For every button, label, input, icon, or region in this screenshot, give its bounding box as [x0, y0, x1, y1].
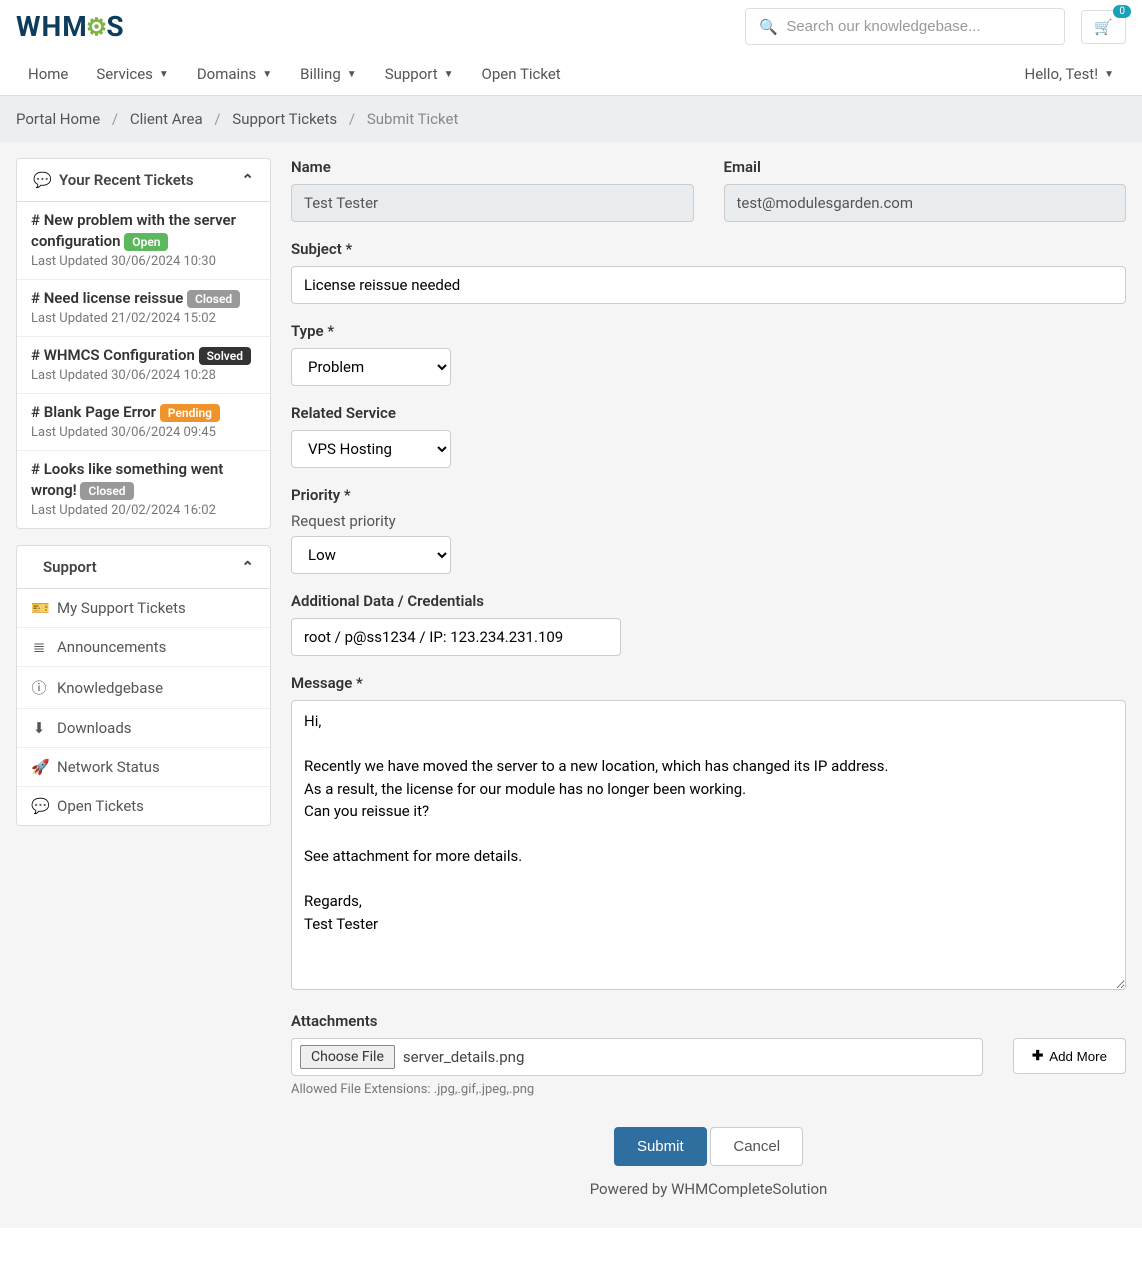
status-badge: Open [124, 233, 168, 252]
support-header[interactable]: Support ⌃ [17, 546, 270, 589]
breadcrumb-tickets[interactable]: Support Tickets [232, 110, 337, 128]
name-field [291, 184, 694, 222]
ticket-item[interactable]: # Need license reissue ClosedLast Update… [17, 280, 270, 337]
type-select[interactable]: Problem [291, 348, 451, 386]
support-item-icon: ⓘ [31, 677, 47, 698]
support-item[interactable]: ⓘ Knowledgebase [17, 667, 270, 709]
support-item[interactable]: ⬇ Downloads [17, 709, 270, 748]
support-item-icon: 💬 [31, 797, 47, 815]
logo[interactable]: WHM⚙S [16, 10, 125, 43]
ticket-updated: Last Updated 30/06/2024 10:30 [31, 254, 256, 269]
status-badge: Closed [187, 290, 240, 309]
ticket-item[interactable]: # WHMCS Configuration SolvedLast Updated… [17, 337, 270, 394]
ext-note: Allowed File Extensions: .jpg,.gif,.jpeg… [291, 1082, 983, 1097]
related-label: Related Service [291, 404, 1126, 422]
choose-file-button[interactable]: Choose File [300, 1045, 395, 1069]
nav-billing[interactable]: Billing▼ [288, 53, 369, 95]
attachments-label: Attachments [291, 1012, 1126, 1030]
message-label: Message * [291, 674, 1126, 692]
support-item-label: Downloads [57, 719, 132, 737]
related-select[interactable]: VPS Hosting [291, 430, 451, 468]
recent-tickets-header[interactable]: 💬Your Recent Tickets ⌃ [17, 159, 270, 202]
cart-icon: 🛒 [1094, 18, 1113, 36]
additional-label: Additional Data / Credentials [291, 592, 1126, 610]
search-input[interactable] [745, 8, 1065, 45]
ticket-item[interactable]: # Looks like something went wrong! Close… [17, 451, 270, 528]
subject-label: Subject * [291, 240, 1126, 258]
support-item-icon: ⬇ [31, 719, 47, 737]
chevron-up-icon: ⌃ [241, 558, 254, 576]
subject-field[interactable] [291, 266, 1126, 304]
breadcrumb: Portal Home / Client Area / Support Tick… [0, 96, 1142, 142]
status-badge: Solved [199, 347, 251, 366]
name-label: Name [291, 158, 694, 176]
gear-icon: ⚙ [86, 13, 109, 41]
support-item-icon: ≣ [31, 638, 47, 656]
cart-button[interactable]: 🛒 0 [1081, 10, 1126, 44]
nav-services[interactable]: Services▼ [84, 53, 180, 95]
support-item[interactable]: 💬 Open Tickets [17, 787, 270, 825]
breadcrumb-current: Submit Ticket [367, 110, 459, 128]
chevron-down-icon: ▼ [262, 69, 272, 80]
cancel-button[interactable]: Cancel [710, 1127, 803, 1166]
file-name: server_details.png [403, 1048, 525, 1066]
cart-badge: 0 [1113, 5, 1131, 18]
support-item-icon: 🎫 [31, 599, 47, 617]
email-label: Email [724, 158, 1127, 176]
plus-icon: ✚ [1032, 1048, 1043, 1064]
breadcrumb-client[interactable]: Client Area [130, 110, 203, 128]
footer-text: Powered by WHMCompleteSolution [291, 1166, 1126, 1212]
status-badge: Closed [80, 482, 133, 501]
comments-icon: 💬 [33, 171, 49, 189]
support-item-icon: 🚀 [31, 758, 47, 776]
search-icon: 🔍 [759, 18, 775, 36]
chevron-down-icon: ▼ [444, 69, 454, 80]
add-more-button[interactable]: ✚ Add More [1013, 1038, 1126, 1074]
ticket-updated: Last Updated 30/06/2024 10:28 [31, 368, 256, 383]
submit-button[interactable]: Submit [614, 1127, 707, 1166]
support-item[interactable]: 🚀 Network Status [17, 748, 270, 787]
user-menu[interactable]: Hello, Test!▼ [1013, 53, 1127, 95]
nav-home[interactable]: Home [16, 53, 80, 95]
support-item-label: Open Tickets [57, 797, 144, 815]
nav-open-ticket[interactable]: Open Ticket [470, 53, 573, 95]
message-field[interactable] [291, 700, 1126, 990]
support-item[interactable]: 🎫 My Support Tickets [17, 589, 270, 628]
support-item-label: Network Status [57, 758, 160, 776]
chevron-down-icon: ▼ [347, 69, 357, 80]
ticket-item[interactable]: # New problem with the server configurat… [17, 202, 270, 280]
chevron-down-icon: ▼ [159, 69, 169, 80]
priority-label: Priority * [291, 486, 1126, 504]
priority-sublabel: Request priority [291, 512, 1126, 530]
nav-domains[interactable]: Domains▼ [185, 53, 284, 95]
nav-support[interactable]: Support▼ [373, 53, 466, 95]
chevron-down-icon: ▼ [1104, 69, 1114, 80]
ticket-updated: Last Updated 30/06/2024 09:45 [31, 425, 256, 440]
support-item-label: My Support Tickets [57, 599, 186, 617]
support-panel: Support ⌃ 🎫 My Support Tickets ≣ Announceme… [16, 545, 271, 826]
email-field [724, 184, 1127, 222]
breadcrumb-portal[interactable]: Portal Home [16, 110, 100, 128]
file-input[interactable]: Choose File server_details.png [291, 1038, 983, 1076]
support-item[interactable]: ≣ Announcements [17, 628, 270, 667]
priority-select[interactable]: Low [291, 536, 451, 574]
recent-tickets-panel: 💬Your Recent Tickets ⌃ # New problem wit… [16, 158, 271, 529]
status-badge: Pending [160, 404, 220, 423]
support-item-label: Announcements [57, 638, 166, 656]
search-container: 🔍 [745, 8, 1065, 45]
additional-field[interactable] [291, 618, 621, 656]
support-item-label: Knowledgebase [57, 679, 163, 697]
type-label: Type * [291, 322, 1126, 340]
ticket-updated: Last Updated 20/02/2024 16:02 [31, 503, 256, 518]
ticket-updated: Last Updated 21/02/2024 15:02 [31, 311, 256, 326]
ticket-item[interactable]: # Blank Page Error PendingLast Updated 3… [17, 394, 270, 451]
chevron-up-icon: ⌃ [241, 171, 254, 189]
